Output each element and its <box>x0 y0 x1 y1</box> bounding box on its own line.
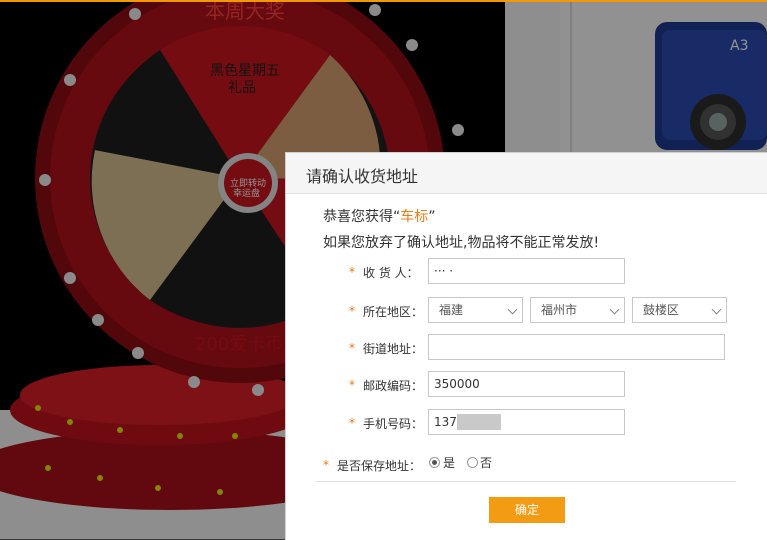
street-row: * 街道地址： <box>286 334 767 362</box>
receiver-row: * 收 货 人： ··· · <box>286 258 767 286</box>
save-yes-radio[interactable] <box>429 457 440 468</box>
required-star: * <box>349 265 355 279</box>
chevron-down-icon <box>609 304 620 315</box>
region-row: * 所在地区： 福建 福州市 鼓楼区 <box>286 297 767 325</box>
province-value: 福建 <box>439 303 464 317</box>
redaction-mask <box>457 414 501 430</box>
province-select[interactable]: 福建 <box>428 297 523 323</box>
district-value: 鼓楼区 <box>643 303 680 317</box>
prize-name: 车标 <box>400 209 429 225</box>
chevron-down-icon <box>507 304 518 315</box>
required-star: * <box>349 416 355 430</box>
dialog-header: 请确认收货地址 <box>286 153 767 194</box>
dialog-divider <box>316 481 736 482</box>
postcode-input[interactable]: 350000 <box>428 371 625 397</box>
district-select[interactable]: 鼓楼区 <box>632 297 727 323</box>
phone-input[interactable]: 137 <box>428 409 625 435</box>
phone-value: 137 <box>434 415 457 429</box>
save-address-row: * 是否保存地址： 是 否 <box>286 451 767 479</box>
receiver-label: 收 货 人： <box>363 266 419 280</box>
postcode-label: 邮政编码： <box>363 379 424 393</box>
address-confirm-dialog: 请确认收货地址 恭喜您获得“车标” 如果您放弃了确认地址,物品将不能正常发放! … <box>285 152 767 540</box>
city-value: 福州市 <box>541 303 578 317</box>
prize-close-quote: ” <box>428 209 436 225</box>
phone-row: * 手机号码： 137 <box>286 409 767 437</box>
street-label: 街道地址： <box>363 342 424 356</box>
save-no-label: 否 <box>480 456 493 470</box>
city-select[interactable]: 福州市 <box>530 297 625 323</box>
postcode-row: * 邮政编码： 350000 <box>286 371 767 399</box>
region-label: 所在地区： <box>363 305 424 319</box>
congrats-message: 恭喜您获得“车标” <box>323 206 436 226</box>
top-accent-line <box>0 0 767 2</box>
street-input[interactable] <box>428 334 725 360</box>
confirm-button[interactable]: 确定 <box>489 497 565 523</box>
chevron-down-icon <box>711 304 722 315</box>
save-no-radio[interactable] <box>467 457 478 468</box>
receiver-input[interactable]: ··· · <box>428 258 625 284</box>
required-star: * <box>349 341 355 355</box>
save-yes-label: 是 <box>443 456 456 470</box>
phone-label: 手机号码： <box>363 417 424 431</box>
save-address-label: 是否保存地址： <box>337 459 422 473</box>
warning-message: 如果您放弃了确认地址,物品将不能正常发放! <box>323 235 600 251</box>
congrats-prefix: 恭喜您获得 <box>323 209 393 225</box>
dialog-title: 请确认收货地址 <box>306 167 419 186</box>
required-star: * <box>323 458 329 472</box>
required-star: * <box>349 378 355 392</box>
required-star: * <box>349 304 355 318</box>
